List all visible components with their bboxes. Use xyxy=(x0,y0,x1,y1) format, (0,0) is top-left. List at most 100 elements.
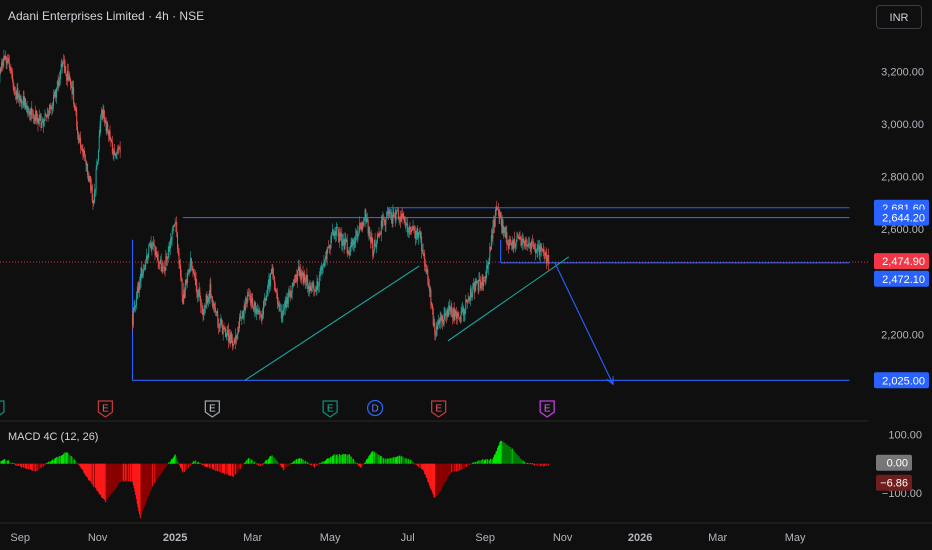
event-marker[interactable]: E xyxy=(322,400,338,418)
event-marker[interactable]: E xyxy=(431,400,447,418)
candle-body xyxy=(326,249,328,260)
candle-body xyxy=(522,238,524,241)
projection-arrow-line xyxy=(554,262,614,385)
candle-body xyxy=(132,311,134,326)
candle-body xyxy=(300,273,302,280)
candle-body xyxy=(6,61,8,63)
candle-body xyxy=(315,289,317,292)
candle-body xyxy=(273,273,275,277)
candle-body xyxy=(65,72,67,75)
candle-body xyxy=(374,240,376,246)
candle-body xyxy=(357,234,359,237)
candle-body xyxy=(515,241,517,248)
macd-bar xyxy=(255,462,257,464)
candle-body xyxy=(393,211,395,215)
candle-body xyxy=(532,241,534,245)
candle-body xyxy=(390,212,392,218)
candle-body xyxy=(463,313,465,316)
candle-body xyxy=(198,289,200,292)
candle-body xyxy=(313,286,315,291)
candle-body xyxy=(83,150,85,154)
candle-body xyxy=(276,290,278,293)
candle-body xyxy=(149,243,151,246)
candle-body xyxy=(151,245,153,250)
candle-body xyxy=(510,239,512,244)
candle-body xyxy=(163,266,165,268)
chart-canvas[interactable]: 3,200.00 3,000.00 2,800.00 2,600.00 2,200.00… xyxy=(0,0,932,550)
candle-body xyxy=(306,274,308,279)
candle-body xyxy=(291,285,293,293)
macd-bar xyxy=(77,463,79,464)
candle-body xyxy=(363,218,365,222)
candle-body xyxy=(180,265,182,277)
candle-body xyxy=(59,70,61,79)
candle-body xyxy=(288,293,290,296)
candle-body xyxy=(195,278,197,286)
candle-body xyxy=(192,269,194,273)
event-marker[interactable]: D xyxy=(366,399,384,417)
candle-body xyxy=(434,322,436,335)
candle-body xyxy=(488,258,490,264)
candle-body xyxy=(231,333,233,341)
trend-line xyxy=(447,256,570,342)
macd-bar xyxy=(190,463,192,465)
time-tick-label: May xyxy=(320,532,341,544)
candle-body xyxy=(31,107,33,114)
candle-body xyxy=(218,325,220,328)
candle-body xyxy=(200,299,202,307)
candle-body xyxy=(274,283,276,291)
macd-indicator-label[interactable]: MACD 4C (12, 26) xyxy=(8,431,98,443)
candle-body xyxy=(211,296,213,306)
macd-bar xyxy=(13,463,15,464)
candle-body xyxy=(12,80,14,88)
candle-body xyxy=(194,272,196,277)
candle-body xyxy=(516,235,518,242)
candle-body xyxy=(203,311,205,315)
candle-body xyxy=(422,249,424,254)
chart-title: Adani Enterprises Limited · 4h · NSE xyxy=(8,9,205,23)
event-marker[interactable]: E xyxy=(97,400,114,418)
candle-body xyxy=(184,283,186,298)
candle-body xyxy=(216,311,218,314)
candle-body xyxy=(139,282,140,291)
candle-body xyxy=(415,235,417,240)
event-marker[interactable]: E xyxy=(539,400,555,418)
event-marker-letter: E xyxy=(209,404,216,415)
candle-body xyxy=(246,296,248,304)
candle-body xyxy=(404,217,406,223)
candle-body xyxy=(318,275,320,287)
candle-body xyxy=(249,296,251,301)
event-marker-letter: E xyxy=(435,404,442,415)
time-tick-label: Sep xyxy=(10,532,30,544)
candle-body xyxy=(362,221,364,226)
candle-body xyxy=(179,264,181,266)
candle-body xyxy=(323,261,325,267)
candle-body xyxy=(148,245,150,254)
event-marker[interactable]: E xyxy=(204,400,220,418)
candle-body xyxy=(445,312,447,316)
candle-body xyxy=(8,58,10,63)
candle-body xyxy=(321,267,323,270)
candle-body xyxy=(460,311,462,322)
event-marker[interactable]: E xyxy=(0,400,5,417)
candle-body xyxy=(483,280,485,287)
candle-body xyxy=(14,89,16,94)
candle-body xyxy=(28,111,30,115)
candle-body xyxy=(152,242,154,245)
candle-body xyxy=(80,148,82,150)
candle-body xyxy=(166,256,168,259)
price-tick-label: 2,200.00 xyxy=(881,329,924,341)
candle-body xyxy=(353,242,355,245)
earnings-marker xyxy=(0,400,5,416)
candle-body xyxy=(431,304,433,309)
candle-body xyxy=(52,95,54,107)
candle-body xyxy=(322,266,324,268)
candle-body xyxy=(87,163,89,176)
candle-body xyxy=(324,259,326,262)
currency-button[interactable]: INR xyxy=(876,5,922,29)
candle-body xyxy=(13,87,15,90)
macd-bar xyxy=(362,463,365,465)
macd-value-label: 0.00 xyxy=(887,458,908,470)
events-layer: EEEEDEE xyxy=(0,399,555,418)
candle-body xyxy=(330,236,332,249)
